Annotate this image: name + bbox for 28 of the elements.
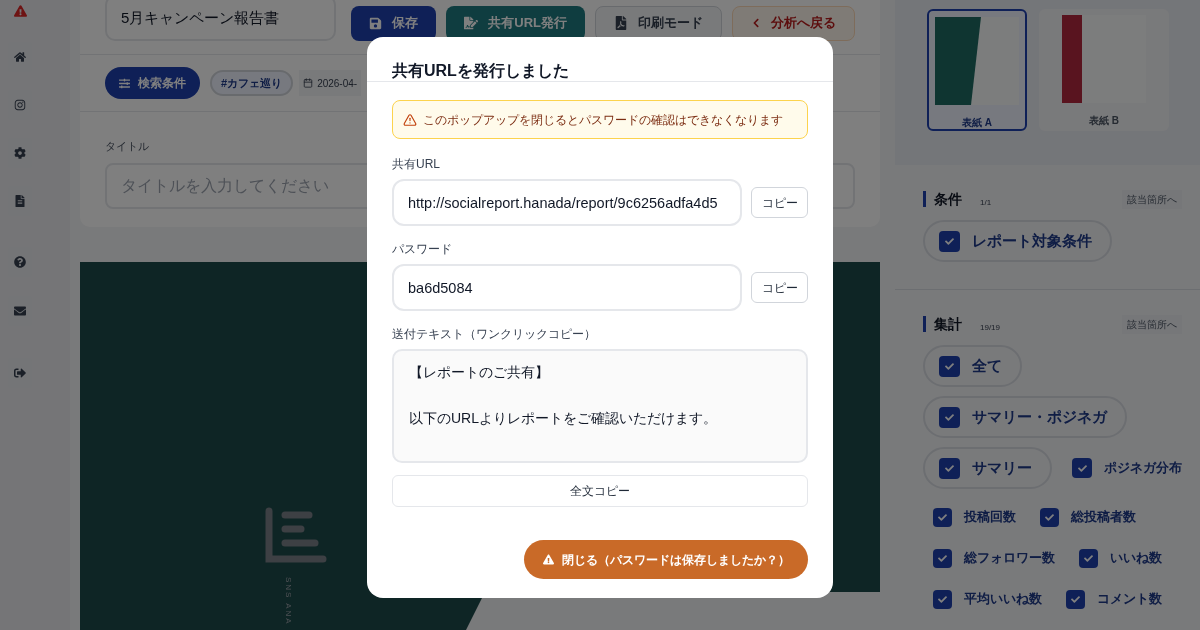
message-line: 【レポートのご共有】 xyxy=(409,363,550,382)
hashtag-tag: #カフェ巡り xyxy=(210,70,294,96)
field-label: パスワード xyxy=(392,241,453,258)
dialog-title: 共有URLを発行しました xyxy=(391,61,570,81)
date-range-chip: 2026-04- xyxy=(299,70,362,96)
message-line: 以下のURLよりレポートをご確認いただけます。 xyxy=(409,409,718,428)
cover-label: 表紙 A xyxy=(962,116,992,130)
field-label: 送付テキスト（ワンクリックコピー） xyxy=(392,326,597,343)
option-label: サマリー・ポジネガ xyxy=(972,406,1107,427)
option-label: コメント数 xyxy=(1097,590,1162,609)
option-label: レポート対象条件 xyxy=(972,230,1092,251)
section-count: 19/19 xyxy=(980,322,1001,334)
option-label: 総フォロワー数 xyxy=(964,549,1055,568)
option-label: 全て xyxy=(972,355,1002,376)
option-label: 投稿回数 xyxy=(964,508,1016,527)
option-label: 総投稿者数 xyxy=(1071,508,1136,527)
section-title: 条件 xyxy=(934,189,962,209)
field-label: 共有URL xyxy=(392,156,441,173)
title-label: タイトル xyxy=(105,139,150,154)
section-title: 集計 xyxy=(934,314,962,334)
warning-text: このポップアップを閉じるとパスワードの確認はできなくなります xyxy=(423,111,783,129)
option-label: サマリー xyxy=(972,457,1032,478)
section-count: 1/1 xyxy=(980,197,992,209)
cover-label: 表紙 B xyxy=(1089,114,1119,128)
cover-caption: SNS ANA xyxy=(283,576,294,628)
option-label: いいね数 xyxy=(1110,549,1162,568)
option-label: ポジネガ分布 xyxy=(1104,459,1182,478)
option-label: 平均いいね数 xyxy=(964,590,1042,609)
